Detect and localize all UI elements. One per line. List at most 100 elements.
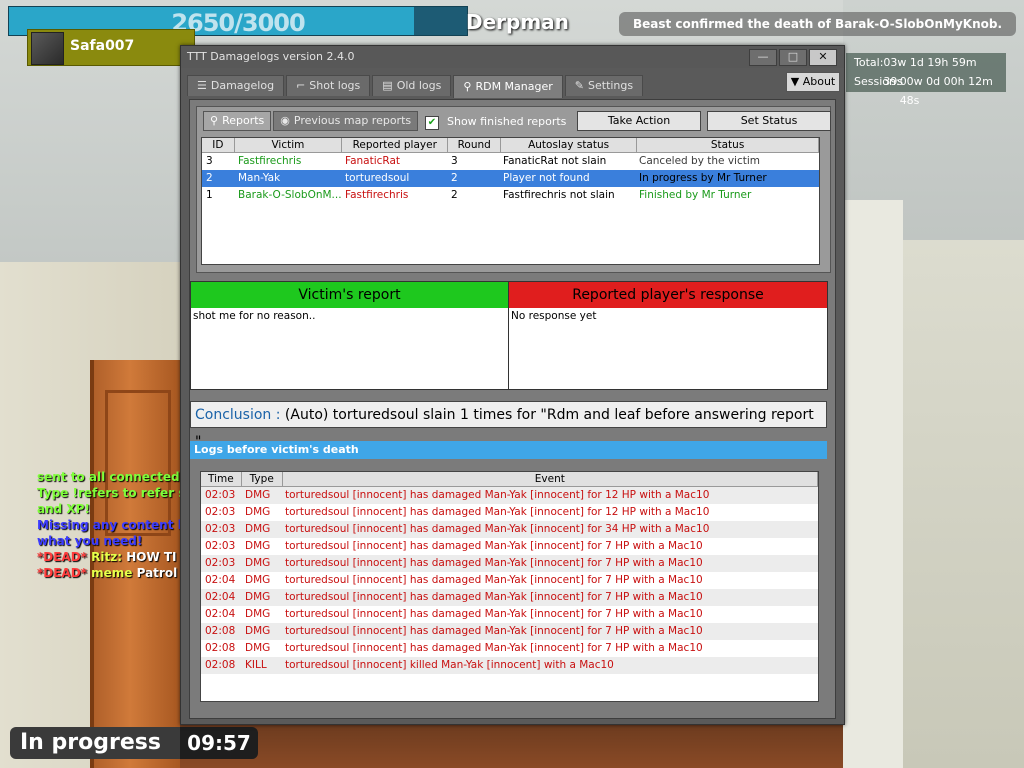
chat-line: sent to all connected s bbox=[37, 469, 187, 485]
about-button[interactable]: ▼ About bbox=[786, 72, 840, 92]
cell-id: 2 bbox=[206, 172, 213, 184]
playtime-box: Total: 03w 1d 19h 59m 39s Session: 00w 0… bbox=[846, 53, 1006, 107]
titlebar[interactable]: TTT Damagelogs version 2.4.0 — □ ✕ bbox=[181, 46, 844, 68]
column-header[interactable]: Round bbox=[448, 138, 502, 152]
avatar bbox=[31, 32, 64, 65]
log-row[interactable]: 02:08 DMG torturedsoul [innocent] has dama… bbox=[201, 640, 818, 657]
cell-id: 1 bbox=[206, 189, 213, 201]
tab-label: Damagelog bbox=[210, 79, 275, 92]
column-header[interactable]: Status bbox=[637, 138, 819, 152]
round-timer: 09:57 bbox=[180, 727, 258, 759]
table-row[interactable]: 3 Fastfirechris FanaticRat 3 FanaticRat not … bbox=[202, 153, 819, 170]
subtab-previous-map-reports[interactable]: ◉ Previous map reports bbox=[273, 111, 419, 131]
cell-status: Canceled by the victim bbox=[639, 155, 760, 167]
sub-tab-label: Previous map reports bbox=[293, 114, 412, 127]
close-button[interactable]: ✕ bbox=[809, 49, 837, 66]
chat-box: sent to all connected s Type !refers to r… bbox=[37, 469, 187, 581]
cell-reported: torturedsoul bbox=[345, 172, 410, 184]
show-finished-label: Show finished reports bbox=[447, 115, 567, 128]
chat-message: HOW TI bbox=[126, 550, 177, 564]
show-finished-checkbox[interactable]: ✔ bbox=[425, 116, 439, 130]
minimize-button[interactable]: — bbox=[749, 49, 777, 66]
log-type: DMG bbox=[245, 574, 271, 586]
maximize-button[interactable]: □ bbox=[779, 49, 807, 66]
target-name: Derpman bbox=[466, 10, 569, 34]
column-header[interactable]: Reported player bbox=[342, 138, 449, 152]
report-sub-tabs: ⚲ Reports ◉ Previous map reports bbox=[203, 111, 419, 131]
log-time: 02:03 bbox=[205, 506, 236, 518]
table-row[interactable]: 2 Man-Yak torturedsoul 2 Player not found In … bbox=[202, 170, 819, 187]
column-header[interactable]: Type bbox=[242, 472, 283, 486]
log-row[interactable]: 02:08 KILL torturedsoul [innocent] killed … bbox=[201, 657, 818, 674]
rdm-manager-panel: ⚲ Reports ◉ Previous map reports ✔ Show fin… bbox=[189, 99, 836, 719]
log-row[interactable]: 02:03 DMG torturedsoul [innocent] has dama… bbox=[201, 521, 818, 538]
cell-autoslay: Fastfirechris not slain bbox=[503, 189, 615, 201]
logs-table: Time Type Event 02:03 DMG torturedsoul [inno… bbox=[200, 471, 819, 702]
cell-victim: Man-Yak bbox=[238, 172, 281, 184]
playtime-session-value: 00w 0d 00h 12m 48s bbox=[899, 75, 993, 107]
floor bbox=[180, 720, 843, 768]
wall-corner bbox=[843, 200, 903, 768]
tab-shot-logs[interactable]: ⌐ Shot logs bbox=[286, 75, 371, 96]
log-time: 02:04 bbox=[205, 608, 236, 620]
checkmark-icon: ✔ bbox=[427, 117, 437, 128]
log-time: 02:08 bbox=[205, 642, 236, 654]
subtab-reports[interactable]: ⚲ Reports bbox=[203, 111, 272, 131]
cell-status: Finished by Mr Turner bbox=[639, 189, 752, 201]
column-header[interactable]: Autoslay status bbox=[501, 138, 638, 152]
chat-sender: Ritz: bbox=[91, 550, 127, 564]
chat-line: Type !refers to refer s bbox=[37, 485, 187, 501]
sub-tab-label: Reports bbox=[222, 114, 265, 127]
log-event: torturedsoul [innocent] has damaged Man-… bbox=[285, 540, 703, 552]
killfeed: Beast confirmed the death of Barak-O-Slo… bbox=[619, 12, 1016, 36]
column-header[interactable]: Time bbox=[201, 472, 242, 486]
playtime-total-label: Total: bbox=[854, 56, 884, 69]
chat-message: Missing any content li bbox=[37, 518, 186, 532]
log-row[interactable]: 02:04 DMG torturedsoul [innocent] has dama… bbox=[201, 572, 818, 589]
chat-sender: meme bbox=[91, 566, 137, 580]
cell-reported: FanaticRat bbox=[345, 155, 401, 167]
reports-table-header: ID Victim Reported player Round Autoslay sta… bbox=[202, 138, 819, 153]
logs-table-header: Time Type Event bbox=[201, 472, 819, 487]
chevron-down-icon: ▼ bbox=[790, 75, 803, 88]
damagelogs-window: TTT Damagelogs version 2.4.0 — □ ✕ ☰ Dama… bbox=[180, 45, 845, 725]
take-action-button[interactable]: Take Action bbox=[577, 111, 701, 131]
log-type: DMG bbox=[245, 625, 271, 637]
column-header[interactable]: ID bbox=[202, 138, 235, 152]
cell-autoslay: FanaticRat not slain bbox=[503, 155, 607, 167]
log-row[interactable]: 02:03 DMG torturedsoul [innocent] has dama… bbox=[201, 487, 818, 504]
conclusion-label: Conclusion : bbox=[195, 407, 281, 423]
tab-settings[interactable]: ✎ Settings bbox=[564, 75, 644, 96]
tab-rdm-manager[interactable]: ⚲ RDM Manager bbox=[453, 75, 563, 98]
cell-victim: Barak-O-SlobOnM... bbox=[238, 189, 341, 201]
log-row[interactable]: 02:03 DMG torturedsoul [innocent] has dama… bbox=[201, 555, 818, 572]
log-row[interactable]: 02:04 DMG torturedsoul [innocent] has dama… bbox=[201, 589, 818, 606]
log-row[interactable]: 02:04 DMG torturedsoul [innocent] has dama… bbox=[201, 606, 818, 623]
log-row[interactable]: 02:03 DMG torturedsoul [innocent] has dama… bbox=[201, 538, 818, 555]
tab-damagelog[interactable]: ☰ Damagelog bbox=[187, 75, 285, 96]
victim-report-text: shot me for no reason.. bbox=[193, 310, 316, 322]
set-status-button[interactable]: Set Status bbox=[707, 111, 831, 131]
logs-header: Logs before victim's death bbox=[190, 441, 827, 459]
archive-icon: ▤ bbox=[382, 79, 393, 92]
log-row[interactable]: 02:08 DMG torturedsoul [innocent] has dama… bbox=[201, 623, 818, 640]
reports-panel: ⚲ Reports ◉ Previous map reports ✔ Show fin… bbox=[196, 106, 831, 273]
log-row[interactable]: 02:03 DMG torturedsoul [innocent] has dama… bbox=[201, 504, 818, 521]
response-title: Reported player's response bbox=[509, 282, 827, 308]
cell-id: 3 bbox=[206, 155, 213, 167]
cell-round: 2 bbox=[451, 189, 458, 201]
log-event: torturedsoul [innocent] has damaged Man-… bbox=[285, 506, 710, 518]
column-header[interactable]: Victim bbox=[235, 138, 343, 152]
chat-line: Missing any content li bbox=[37, 517, 187, 533]
log-type: DMG bbox=[245, 608, 271, 620]
tab-old-logs[interactable]: ▤ Old logs bbox=[372, 75, 452, 96]
chat-line: what you need! bbox=[37, 533, 187, 549]
column-header[interactable]: Event bbox=[283, 472, 819, 486]
log-event: torturedsoul [innocent] has damaged Man-… bbox=[285, 557, 703, 569]
victim-report-box: Victim's report shot me for no reason.. bbox=[190, 281, 509, 390]
log-type: DMG bbox=[245, 506, 271, 518]
log-event: torturedsoul [innocent] has damaged Man-… bbox=[285, 523, 710, 535]
table-row[interactable]: 1 Barak-O-SlobOnM... Fastfirechris 2 Fastfir… bbox=[202, 187, 819, 204]
log-event: torturedsoul [innocent] has damaged Man-… bbox=[285, 608, 703, 620]
tab-label: Shot logs bbox=[309, 79, 361, 92]
